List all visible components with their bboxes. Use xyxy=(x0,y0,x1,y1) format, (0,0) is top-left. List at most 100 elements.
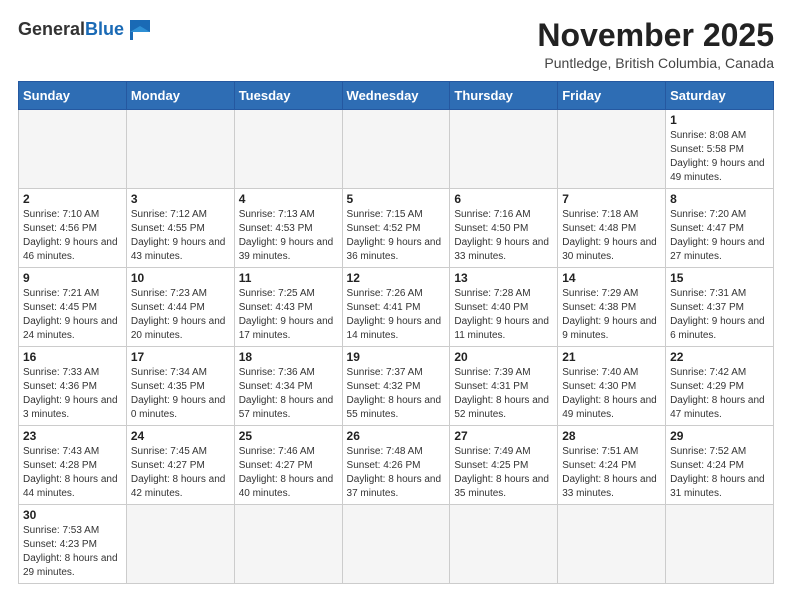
header-friday: Friday xyxy=(558,82,666,110)
calendar-day-cell: 27 Sunrise: 7:49 AMSunset: 4:25 PMDayligh… xyxy=(450,426,558,505)
calendar-week-row: 16 Sunrise: 7:33 AMSunset: 4:36 PMDayligh… xyxy=(19,347,774,426)
day-number: 15 xyxy=(670,271,769,285)
calendar-day-cell: 6Sunrise: 7:16 AMSunset: 4:50 PMDaylight… xyxy=(450,189,558,268)
calendar-day-cell: 29 Sunrise: 7:52 AMSunset: 4:24 PMDayligh… xyxy=(666,426,774,505)
day-number: 25 xyxy=(239,429,338,443)
calendar-day-cell: 17 Sunrise: 7:34 AMSunset: 4:35 PMDayligh… xyxy=(126,347,234,426)
calendar-day-cell xyxy=(342,505,450,584)
day-info: Sunrise: 7:46 AMSunset: 4:27 PMDaylight:… xyxy=(239,445,338,501)
calendar-day-cell: 4 Sunrise: 7:13 AMSunset: 4:53 PMDaylight… xyxy=(234,189,342,268)
day-info: Sunrise: 7:10 AMSunset: 4:56 PMDaylight:… xyxy=(23,208,122,264)
day-info: Sunrise: 7:28 AMSunset: 4:40 PMDaylight:… xyxy=(454,287,553,343)
calendar-day-cell: 30 Sunrise: 7:53 AMSunset: 4:23 PMDayligh… xyxy=(19,505,127,584)
day-info: Sunrise: 7:26 AMSunset: 4:41 PMDaylight:… xyxy=(347,287,446,343)
day-info: Sunrise: 7:23 AMSunset: 4:44 PMDaylight:… xyxy=(131,287,230,343)
day-info: Sunrise: 7:13 AMSunset: 4:53 PMDaylight:… xyxy=(239,208,338,264)
day-info: Sunrise: 7:40 AMSunset: 4:30 PMDaylight:… xyxy=(562,366,661,422)
location: Puntledge, British Columbia, Canada xyxy=(537,55,774,71)
calendar-day-cell: 5 Sunrise: 7:15 AMSunset: 4:52 PMDaylight… xyxy=(342,189,450,268)
day-number: 10 xyxy=(131,271,230,285)
header-wednesday: Wednesday xyxy=(342,82,450,110)
calendar-day-cell: 16 Sunrise: 7:33 AMSunset: 4:36 PMDayligh… xyxy=(19,347,127,426)
calendar-day-cell: 24Sunrise: 7:45 AMSunset: 4:27 PMDayligh… xyxy=(126,426,234,505)
page-header: General Blue November 2025 Puntledge, Br… xyxy=(18,18,774,71)
day-number: 27 xyxy=(454,429,553,443)
calendar-day-cell: 2 Sunrise: 7:10 AMSunset: 4:56 PMDaylight… xyxy=(19,189,127,268)
day-info: Sunrise: 8:08 AMSunset: 5:58 PMDaylight:… xyxy=(670,129,769,185)
day-number: 29 xyxy=(670,429,769,443)
day-info: Sunrise: 7:15 AMSunset: 4:52 PMDaylight:… xyxy=(347,208,446,264)
day-number: 2 xyxy=(23,192,122,206)
day-info: Sunrise: 7:33 AMSunset: 4:36 PMDaylight:… xyxy=(23,366,122,422)
calendar-day-cell: 1Sunrise: 8:08 AMSunset: 5:58 PMDaylight… xyxy=(666,110,774,189)
calendar-day-cell: 19Sunrise: 7:37 AMSunset: 4:32 PMDayligh… xyxy=(342,347,450,426)
day-info: Sunrise: 7:34 AMSunset: 4:35 PMDaylight:… xyxy=(131,366,230,422)
logo: General Blue xyxy=(18,18,154,40)
calendar-day-cell: 12 Sunrise: 7:26 AMSunset: 4:41 PMDayligh… xyxy=(342,268,450,347)
calendar-day-cell: 20Sunrise: 7:39 AMSunset: 4:31 PMDayligh… xyxy=(450,347,558,426)
calendar-week-row: 2 Sunrise: 7:10 AMSunset: 4:56 PMDaylight… xyxy=(19,189,774,268)
day-number: 12 xyxy=(347,271,446,285)
day-number: 3 xyxy=(131,192,230,206)
day-number: 6 xyxy=(454,192,553,206)
calendar-day-cell xyxy=(558,110,666,189)
calendar-week-row: 23Sunrise: 7:43 AMSunset: 4:28 PMDayligh… xyxy=(19,426,774,505)
calendar-day-cell xyxy=(234,505,342,584)
calendar-day-cell: 21 Sunrise: 7:40 AMSunset: 4:30 PMDayligh… xyxy=(558,347,666,426)
calendar-day-cell: 18 Sunrise: 7:36 AMSunset: 4:34 PMDayligh… xyxy=(234,347,342,426)
calendar-day-cell: 26Sunrise: 7:48 AMSunset: 4:26 PMDayligh… xyxy=(342,426,450,505)
day-info: Sunrise: 7:42 AMSunset: 4:29 PMDaylight:… xyxy=(670,366,769,422)
day-number: 4 xyxy=(239,192,338,206)
day-number: 16 xyxy=(23,350,122,364)
day-info: Sunrise: 7:36 AMSunset: 4:34 PMDaylight:… xyxy=(239,366,338,422)
calendar-day-cell: 10 Sunrise: 7:23 AMSunset: 4:44 PMDayligh… xyxy=(126,268,234,347)
calendar-day-cell xyxy=(666,505,774,584)
day-info: Sunrise: 7:48 AMSunset: 4:26 PMDaylight:… xyxy=(347,445,446,501)
title-block: November 2025 Puntledge, British Columbi… xyxy=(537,18,774,71)
calendar-day-cell: 25 Sunrise: 7:46 AMSunset: 4:27 PMDayligh… xyxy=(234,426,342,505)
day-info: Sunrise: 7:12 AMSunset: 4:55 PMDaylight:… xyxy=(131,208,230,264)
day-number: 30 xyxy=(23,508,122,522)
day-info: Sunrise: 7:31 AMSunset: 4:37 PMDaylight:… xyxy=(670,287,769,343)
header-tuesday: Tuesday xyxy=(234,82,342,110)
day-number: 5 xyxy=(347,192,446,206)
day-info: Sunrise: 7:49 AMSunset: 4:25 PMDaylight:… xyxy=(454,445,553,501)
calendar-day-cell: 8Sunrise: 7:20 AMSunset: 4:47 PMDaylight… xyxy=(666,189,774,268)
day-number: 17 xyxy=(131,350,230,364)
weekday-header-row: Sunday Monday Tuesday Wednesday Thursday… xyxy=(19,82,774,110)
day-number: 21 xyxy=(562,350,661,364)
header-thursday: Thursday xyxy=(450,82,558,110)
logo-icon xyxy=(126,18,154,40)
day-number: 18 xyxy=(239,350,338,364)
day-info: Sunrise: 7:25 AMSunset: 4:43 PMDaylight:… xyxy=(239,287,338,343)
day-info: Sunrise: 7:53 AMSunset: 4:23 PMDaylight:… xyxy=(23,524,122,580)
calendar-day-cell xyxy=(126,110,234,189)
day-number: 22 xyxy=(670,350,769,364)
calendar-day-cell: 28Sunrise: 7:51 AMSunset: 4:24 PMDayligh… xyxy=(558,426,666,505)
day-info: Sunrise: 7:29 AMSunset: 4:38 PMDaylight:… xyxy=(562,287,661,343)
day-number: 7 xyxy=(562,192,661,206)
day-info: Sunrise: 7:20 AMSunset: 4:47 PMDaylight:… xyxy=(670,208,769,264)
header-monday: Monday xyxy=(126,82,234,110)
calendar-week-row: 1Sunrise: 8:08 AMSunset: 5:58 PMDaylight… xyxy=(19,110,774,189)
day-number: 19 xyxy=(347,350,446,364)
calendar-day-cell xyxy=(234,110,342,189)
calendar-day-cell: 3 Sunrise: 7:12 AMSunset: 4:55 PMDaylight… xyxy=(126,189,234,268)
header-saturday: Saturday xyxy=(666,82,774,110)
calendar-day-cell: 22 Sunrise: 7:42 AMSunset: 4:29 PMDayligh… xyxy=(666,347,774,426)
day-number: 11 xyxy=(239,271,338,285)
day-info: Sunrise: 7:39 AMSunset: 4:31 PMDaylight:… xyxy=(454,366,553,422)
calendar-day-cell: 9Sunrise: 7:21 AMSunset: 4:45 PMDaylight… xyxy=(19,268,127,347)
calendar-day-cell: 14Sunrise: 7:29 AMSunset: 4:38 PMDayligh… xyxy=(558,268,666,347)
calendar-week-row: 9Sunrise: 7:21 AMSunset: 4:45 PMDaylight… xyxy=(19,268,774,347)
calendar-day-cell: 15 Sunrise: 7:31 AMSunset: 4:37 PMDayligh… xyxy=(666,268,774,347)
day-number: 24 xyxy=(131,429,230,443)
logo-blue: Blue xyxy=(85,19,124,40)
calendar-week-row: 30 Sunrise: 7:53 AMSunset: 4:23 PMDayligh… xyxy=(19,505,774,584)
calendar-day-cell xyxy=(126,505,234,584)
day-number: 28 xyxy=(562,429,661,443)
calendar-day-cell: 7Sunrise: 7:18 AMSunset: 4:48 PMDaylight… xyxy=(558,189,666,268)
day-info: Sunrise: 7:52 AMSunset: 4:24 PMDaylight:… xyxy=(670,445,769,501)
day-number: 13 xyxy=(454,271,553,285)
calendar-day-cell: 13 Sunrise: 7:28 AMSunset: 4:40 PMDayligh… xyxy=(450,268,558,347)
